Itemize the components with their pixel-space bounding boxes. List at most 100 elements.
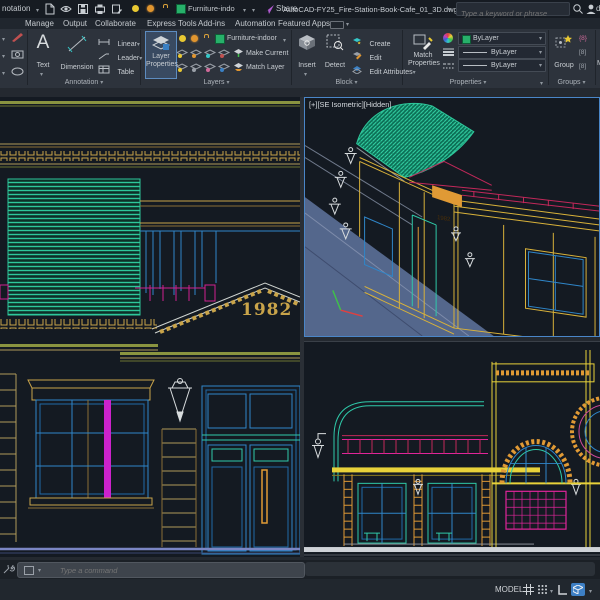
detect-button[interactable]: Detect [322, 31, 348, 77]
roof-railing[interactable] [409, 161, 599, 211]
revision-pen-icon[interactable] [11, 32, 24, 42]
ribbon-display-toggle-icon[interactable] [330, 21, 344, 29]
layers-panel-label[interactable]: Layers ▾ [142, 78, 291, 88]
clipped-tool-caret-icon[interactable]: ▾ [2, 69, 5, 79]
save-icon[interactable] [77, 3, 89, 15]
edit-attributes-button[interactable]: Edit Attributes▾ [352, 61, 416, 79]
right-wall-lines[interactable] [140, 201, 300, 295]
fascia-band[interactable] [332, 467, 540, 475]
layer-color-swatch[interactable] [176, 4, 186, 14]
color-wheel-icon[interactable] [443, 33, 453, 43]
linetype-dropdown[interactable]: ByLayer ▾ [458, 59, 546, 72]
lower-dentil-band[interactable] [0, 319, 157, 329]
ortho-mode-icon[interactable] [557, 584, 568, 595]
lineweight-dropdown[interactable]: ByLayer ▾ [458, 46, 546, 59]
command-recent-caret-icon[interactable]: ▾ [38, 566, 41, 576]
make-current-button[interactable]: Make Current [246, 49, 288, 58]
share-icon[interactable] [263, 3, 275, 15]
annotation-panel-label[interactable]: Annotation ▾ [28, 78, 140, 88]
revision-cloud-icon[interactable] [11, 67, 24, 76]
window-assembly[interactable] [28, 380, 154, 508]
isodraft-caret-icon[interactable]: ▾ [589, 587, 592, 597]
storefront-band[interactable] [0, 344, 300, 361]
match-layer-button[interactable]: Match Layer [246, 63, 285, 72]
linetype-icon[interactable] [443, 62, 454, 70]
layer-dropdown-caret-icon[interactable]: ▾ [243, 6, 246, 16]
match-properties-button[interactable]: Match Properties [408, 31, 438, 77]
tower-structure[interactable] [492, 350, 600, 551]
middle-quoins[interactable] [162, 429, 196, 547]
tab-express-tools[interactable]: Express Tools [147, 19, 197, 29]
curved-awning[interactable] [357, 103, 474, 181]
layer-freeze-icon[interactable] [191, 35, 198, 42]
workspace-caret-icon[interactable]: ▾ [36, 6, 39, 16]
ribbon-layer-dropdown[interactable]: Furniture-indoor [227, 34, 277, 43]
cafe-furniture[interactable] [344, 533, 534, 544]
search-expand-icon[interactable]: ▸ [449, 5, 452, 15]
wall-lamp[interactable] [312, 434, 326, 458]
command-tool-icon[interactable] [24, 566, 34, 575]
iso-sign[interactable]: 1982 [432, 185, 462, 223]
groups-panel-label[interactable]: Groups ▾ [548, 78, 595, 88]
street-lamp[interactable] [168, 379, 192, 422]
terrace-railing[interactable] [342, 436, 488, 454]
new-file-icon[interactable] [44, 3, 56, 15]
snap-mode-icon[interactable] [537, 584, 548, 595]
object-color-dropdown[interactable]: ByLayer ▾ [458, 32, 546, 45]
clipped-tool-caret-icon[interactable]: ▾ [2, 52, 5, 62]
command-history-bar[interactable] [305, 562, 595, 576]
model-space-button[interactable]: MODEL [495, 584, 523, 596]
layer-thaw-icon[interactable] [147, 5, 154, 12]
block-panel-label[interactable]: Block ▾ [291, 78, 402, 88]
qat-layer-dropdown[interactable]: Furniture-indo [188, 4, 235, 14]
door-assembly[interactable] [202, 386, 300, 554]
viewport-label[interactable]: [+][SE Isometric][Hidden] [309, 100, 392, 109]
snap-caret-icon[interactable]: ▾ [550, 587, 553, 597]
ground-plane[interactable] [304, 547, 600, 555]
viewport-se-isometric[interactable]: 1982 [+][SE Isometric][Hidden] [304, 97, 600, 337]
layer-on-icon[interactable] [132, 5, 139, 12]
tab-collaborate[interactable]: Collaborate [95, 19, 136, 29]
eye-icon[interactable] [60, 3, 72, 15]
tab-manage[interactable]: Manage [25, 19, 54, 29]
left-quoins[interactable] [0, 374, 16, 542]
clipped-tool-caret-icon[interactable]: ▾ [2, 35, 5, 45]
tab-output[interactable]: Output [63, 19, 87, 29]
cornice-bands[interactable] [0, 101, 300, 167]
layer-tools-row2-icons[interactable] [177, 62, 231, 73]
ribbon-layer-color-swatch[interactable] [215, 34, 225, 44]
ribbon-layer-caret-icon[interactable]: ▾ [283, 36, 286, 46]
group-manager-icon[interactable]: [8] [579, 62, 586, 71]
layer-properties-button[interactable]: Layer Properties [145, 31, 177, 79]
customization-wrench-icon[interactable] [3, 565, 15, 575]
grid-display-icon[interactable] [523, 584, 534, 595]
group-edit-icon[interactable]: {8} [579, 34, 587, 43]
rolling-shutter[interactable] [8, 179, 140, 315]
layer-tools-row1-icons[interactable] [177, 48, 231, 59]
group-button[interactable]: Group [552, 31, 576, 77]
plot-icon[interactable] [94, 3, 106, 15]
layer-off-icon[interactable] [179, 35, 186, 42]
brick-pilasters[interactable] [344, 474, 490, 546]
properties-panel-label[interactable]: Properties ▾ [402, 78, 534, 88]
tab-automation[interactable]: Automation [235, 19, 275, 29]
qat-more-caret-icon[interactable]: ▾ [252, 6, 255, 16]
tab-featured-apps[interactable]: Featured Apps [278, 19, 330, 29]
lineweight-value: ByLayer [491, 47, 517, 58]
isometric-drafting-icon[interactable] [571, 583, 585, 596]
viewport-left-elevation[interactable]: 1982 [0, 97, 300, 557]
table-button[interactable]: Table [98, 61, 134, 79]
plot-preview-icon[interactable] [111, 3, 123, 15]
lineweight-icon[interactable] [443, 48, 454, 56]
workspace-dropdown[interactable]: notation [2, 4, 30, 14]
viewport-side-elevation[interactable] [304, 341, 600, 557]
camera-icon[interactable] [11, 49, 24, 59]
dimension-button[interactable]: Dimension [58, 31, 96, 77]
command-input[interactable] [58, 563, 292, 577]
tab-add-ins[interactable]: Add-ins [198, 19, 225, 29]
insert-button[interactable]: Insert ▾ [294, 31, 320, 77]
search-icon[interactable] [572, 3, 584, 15]
text-button[interactable]: A Text ▾ [30, 31, 56, 77]
command-input-bar[interactable]: ▾ [17, 562, 305, 578]
ungroup-icon[interactable]: [8] [579, 48, 586, 57]
